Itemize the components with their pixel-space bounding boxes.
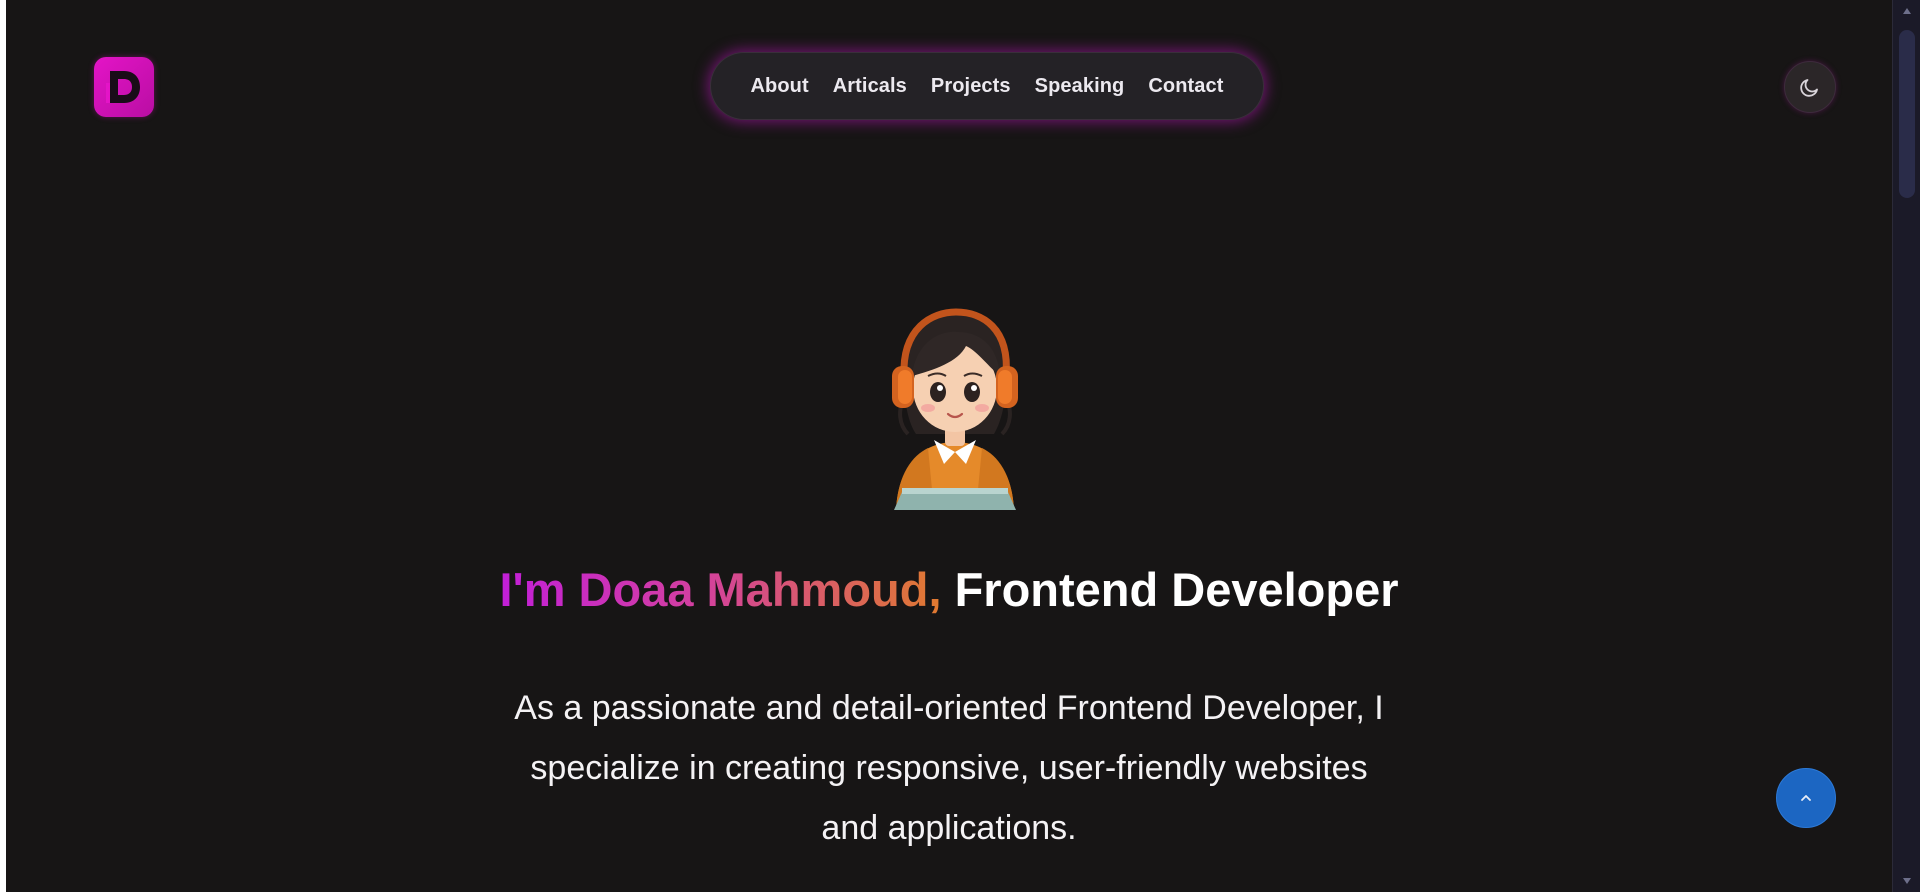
hero-role: Frontend Developer xyxy=(954,563,1399,616)
hero-description-line: and applications. xyxy=(821,809,1077,847)
hero-description-line: specialize in creating responsive, user-… xyxy=(530,749,1368,787)
main-nav: About Articals Projects Speaking Contact xyxy=(710,52,1264,120)
nav-item-articals[interactable]: Articals xyxy=(833,75,907,98)
scrollbar-thumb[interactable] xyxy=(1899,30,1915,198)
triangle-up-icon xyxy=(1903,8,1911,14)
site-logo[interactable] xyxy=(94,57,154,117)
hero-greeting: I'm Doaa Mahmoud, xyxy=(499,563,942,616)
logo-d-icon xyxy=(106,71,140,103)
nav-item-speaking[interactable]: Speaking xyxy=(1035,75,1125,98)
scroll-up-arrow[interactable] xyxy=(1893,2,1920,20)
scroll-to-top-button[interactable] xyxy=(1776,768,1836,828)
girl-with-headphones-avatar xyxy=(892,308,1018,510)
hero-description: As a passionate and detail-oriented Fron… xyxy=(476,678,1422,858)
nav-item-projects[interactable]: Projects xyxy=(931,75,1011,98)
chevron-up-icon xyxy=(1801,795,1811,801)
page: About Articals Projects Speaking Contact xyxy=(6,0,1892,892)
nav-item-about[interactable]: About xyxy=(750,75,808,98)
avatar xyxy=(882,306,1028,510)
hero-description-line: As a passionate and detail-oriented Fron… xyxy=(514,689,1384,727)
triangle-down-icon xyxy=(1903,878,1911,884)
scroll-down-arrow[interactable] xyxy=(1893,872,1920,890)
theme-toggle-button[interactable] xyxy=(1784,61,1836,113)
nav-item-contact[interactable]: Contact xyxy=(1148,75,1223,98)
hero-headline: I'm Doaa Mahmoud, Frontend Developer xyxy=(6,560,1892,620)
page-scrollbar[interactable] xyxy=(1892,0,1920,892)
moon-icon xyxy=(1800,79,1818,97)
